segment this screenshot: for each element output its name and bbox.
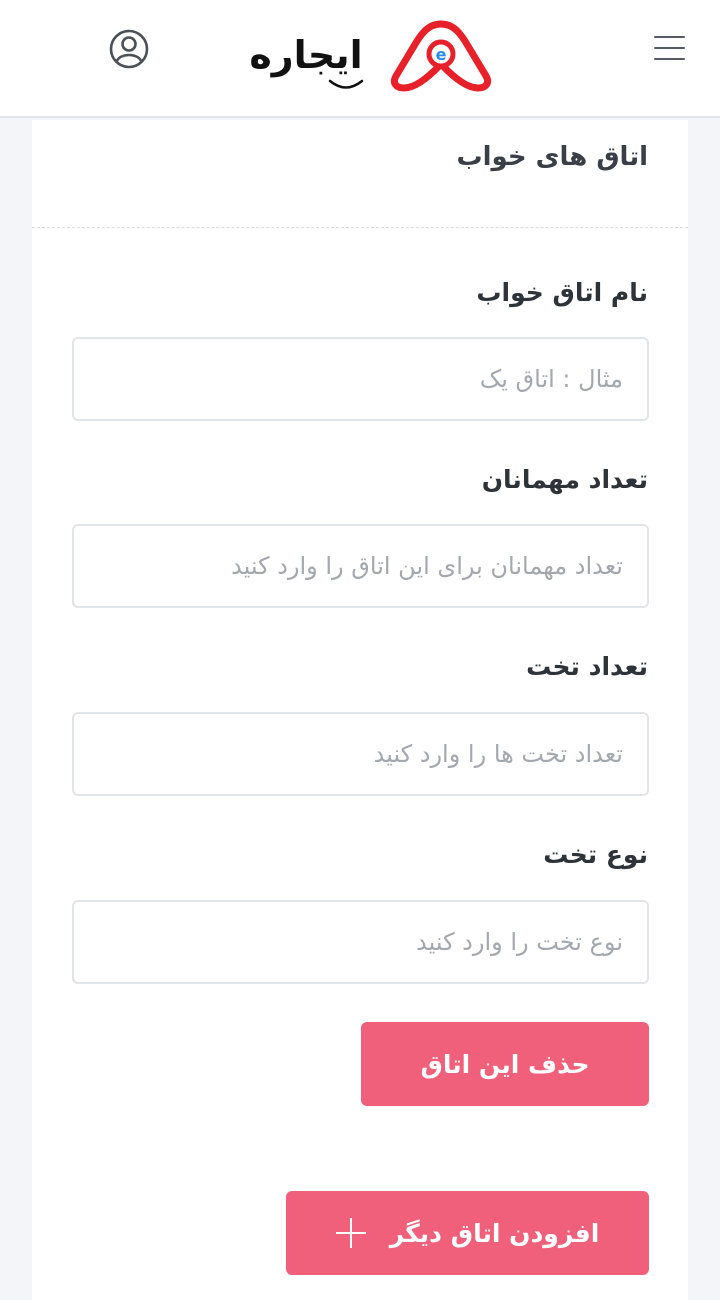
plus-icon [335,1218,366,1248]
room-name-label: نام اتاق خواب [476,278,648,307]
beds-count-label: تعداد تخت [526,652,648,681]
card-header: اتاق های خواب [32,120,688,228]
section-title: اتاق های خواب [456,142,648,172]
top-app-bar: ایجاره e [0,0,720,118]
delete-room-label: حذف این اتاق [420,1049,590,1079]
user-profile-icon [109,29,149,69]
guests-count-label: تعداد مهمانان [481,465,648,494]
brand-name: ایجاره [249,33,363,77]
hamburger-menu-icon [654,36,685,38]
bed-type-label: نوع تخت [543,840,648,869]
guests-count-input[interactable] [72,524,649,608]
delete-room-button[interactable]: حذف این اتاق [361,1022,649,1106]
add-room-button[interactable]: افزودن اتاق دیگر [286,1191,649,1275]
hamburger-line [654,58,685,60]
room-name-input[interactable] [72,337,649,421]
bed-type-input[interactable] [72,900,649,984]
add-room-label: افزودن اتاق دیگر [389,1218,600,1248]
svg-text:e: e [436,45,447,64]
hamburger-menu-button[interactable] [650,34,688,64]
bedrooms-card: اتاق های خواب نام اتاق خواب تعداد مهمانا… [32,120,688,1300]
brand-logo[interactable]: ایجاره e [228,20,494,92]
user-profile-button[interactable] [108,28,150,70]
brand-emblem-icon: e [390,20,492,92]
smile-mark [328,79,364,89]
beds-count-input[interactable] [72,712,649,796]
hamburger-line [654,47,685,49]
